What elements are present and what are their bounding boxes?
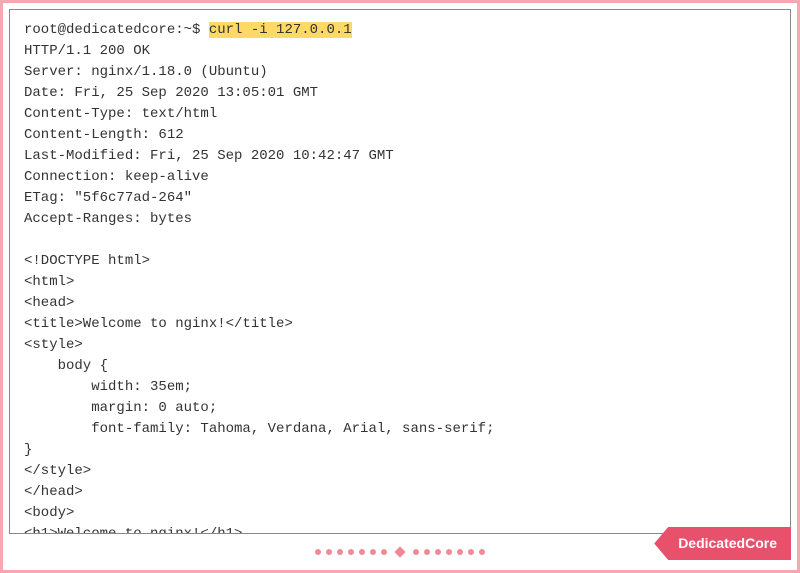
dot-icon [315,549,321,555]
http-body-line: <body> [24,503,776,524]
dot-icon [479,549,485,555]
http-header-line: Accept-Ranges: bytes [24,209,776,230]
dot-icon [457,549,463,555]
http-body-line: <title>Welcome to nginx!</title> [24,314,776,335]
shell-command: curl -i 127.0.0.1 [209,22,352,38]
http-body-line: <head> [24,293,776,314]
http-header-line: Content-Length: 612 [24,125,776,146]
dot-icon [446,549,452,555]
http-header-line: Connection: keep-alive [24,167,776,188]
http-header-line: Server: nginx/1.18.0 (Ubuntu) [24,62,776,83]
http-body-block: <!DOCTYPE html><html><head><title>Welcom… [24,251,776,534]
http-body-line: <html> [24,272,776,293]
http-body-line: } [24,440,776,461]
http-header-line: Date: Fri, 25 Sep 2020 13:05:01 GMT [24,83,776,104]
shell-prompt: root@dedicatedcore:~$ [24,22,209,38]
dot-icon [468,549,474,555]
http-body-line: width: 35em; [24,377,776,398]
blank-line [24,230,776,251]
http-body-line: <style> [24,335,776,356]
dot-icon [326,549,332,555]
dot-icon [348,549,354,555]
dot-icon [413,549,419,555]
terminal-window[interactable]: root@dedicatedcore:~$ curl -i 127.0.0.1 … [9,9,791,534]
dot-icon [370,549,376,555]
http-body-line: <!DOCTYPE html> [24,251,776,272]
dot-icon [424,549,430,555]
http-headers-block: HTTP/1.1 200 OKServer: nginx/1.18.0 (Ubu… [24,41,776,230]
brand-badge: DedicatedCore [654,527,791,560]
dot-icon [359,549,365,555]
http-header-line: ETag: "5f6c77ad-264" [24,188,776,209]
shell-prompt-line: root@dedicatedcore:~$ curl -i 127.0.0.1 [24,20,776,41]
http-body-line: </head> [24,482,776,503]
screenshot-frame: root@dedicatedcore:~$ curl -i 127.0.0.1 … [0,0,800,573]
http-body-line: body { [24,356,776,377]
http-header-line: Content-Type: text/html [24,104,776,125]
dot-icon [381,549,387,555]
footer-bar: DedicatedCore [9,540,791,564]
diamond-icon [394,546,405,557]
http-body-line: font-family: Tahoma, Verdana, Arial, san… [24,419,776,440]
http-body-line: <h1>Welcome to nginx!</h1> [24,524,776,534]
http-body-line: </style> [24,461,776,482]
dot-icon [435,549,441,555]
http-header-line: Last-Modified: Fri, 25 Sep 2020 10:42:47… [24,146,776,167]
http-body-line: margin: 0 auto; [24,398,776,419]
http-header-line: HTTP/1.1 200 OK [24,41,776,62]
dot-icon [337,549,343,555]
decorative-dots [315,548,485,556]
